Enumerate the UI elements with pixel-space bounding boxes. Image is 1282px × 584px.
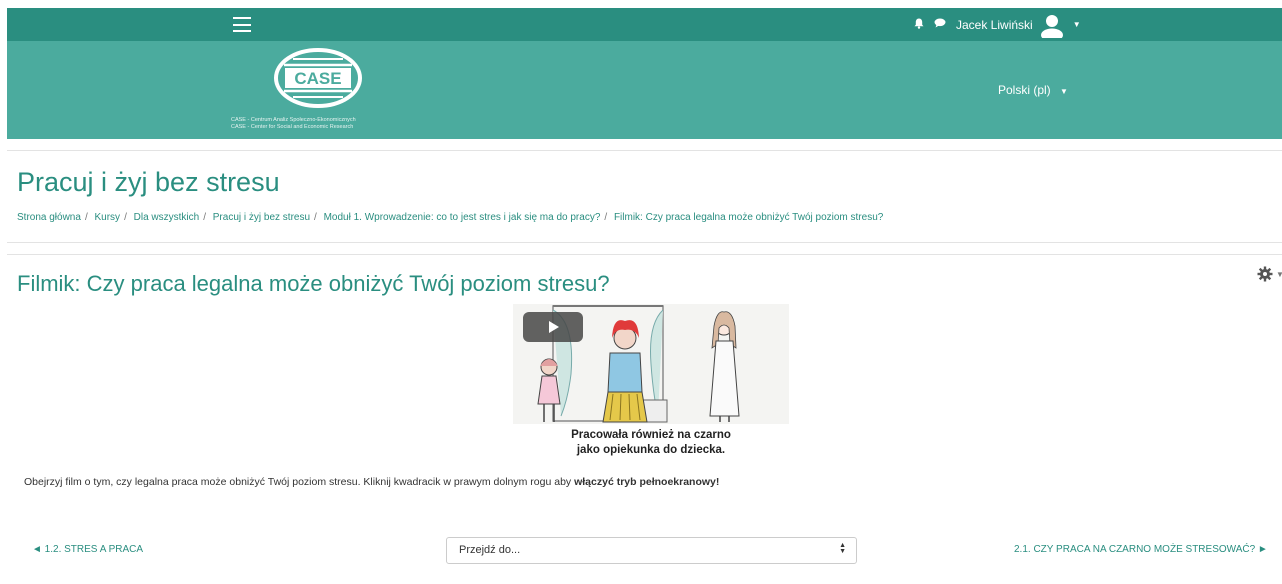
breadcrumb-separator: / (604, 212, 608, 223)
breadcrumb-category[interactable]: Dla wszystkich (134, 212, 200, 223)
gear-icon[interactable] (1257, 266, 1273, 282)
logo-caption-line2: CASE - Center for Social and Economic Re… (231, 124, 354, 130)
activity-title: Filmik: Czy praca legalna może obniżyć T… (17, 271, 610, 296)
language-selector[interactable]: Polski (pl) ▼ (998, 83, 1068, 97)
bell-icon[interactable] (914, 18, 924, 32)
menu-icon[interactable] (233, 17, 251, 32)
video-caption: Pracowała również na czarno jako opiekun… (513, 424, 789, 461)
svg-text:CASE: CASE (294, 69, 341, 88)
play-button[interactable] (523, 312, 583, 342)
user-area: Jacek Liwiński ▼ (914, 8, 1081, 41)
chat-icon[interactable] (934, 18, 946, 31)
jump-to-select[interactable]: Przejdź do... ▲ ▼ (446, 537, 857, 564)
jump-to-value[interactable]: Przejdź do... (459, 544, 520, 556)
user-avatar-icon[interactable] (1038, 11, 1065, 41)
caret-down-icon[interactable]: ▼ (1073, 20, 1081, 29)
case-logo[interactable]: CASE (273, 47, 363, 109)
description-emphasis: włączyć tryb pełnoekranowy! (574, 476, 720, 488)
activity-description: Obejrzyj film o tym, czy legalna praca m… (24, 476, 719, 488)
video-caption-line1: Pracowała również na czarno (571, 429, 731, 441)
breadcrumb-separator: / (203, 212, 206, 223)
divider (7, 150, 1282, 151)
user-name[interactable]: Jacek Liwiński (956, 18, 1033, 32)
caret-down-icon[interactable]: ▼ (1060, 87, 1068, 96)
breadcrumb-current[interactable]: Filmik: Czy praca legalna może obniżyć T… (614, 212, 883, 223)
breadcrumb-course[interactable]: Pracuj i żyj bez stresu (213, 212, 310, 223)
divider (7, 254, 1282, 255)
description-text: Obejrzyj film o tym, czy legalna praca m… (24, 476, 575, 488)
breadcrumb-separator: / (314, 212, 317, 223)
breadcrumb-module[interactable]: Moduł 1. Wprowadzenie: co to jest stres … (324, 212, 601, 223)
brand-header: CASE CASE - Centrum Analiz Społeczno-Eko… (7, 41, 1282, 139)
select-arrows-icon[interactable]: ▲ ▼ (839, 542, 846, 555)
caret-down-icon[interactable]: ▼ (1276, 270, 1282, 279)
next-activity-link[interactable]: 2.1. CZY PRACA NA CZARNO MOŻE STRESOWAĆ?… (1014, 544, 1268, 555)
previous-activity-link[interactable]: ◄ 1.2. STRES A PRACA (32, 544, 143, 555)
breadcrumb-separator: / (124, 212, 127, 223)
logo-caption: CASE - Centrum Analiz Społeczno-Ekonomic… (231, 117, 356, 131)
breadcrumb-separator: / (84, 212, 88, 223)
breadcrumb: Strona główna / Kursy / Dla wszystkich / Pr… (17, 212, 883, 223)
breadcrumb-home[interactable]: Strona główna (17, 212, 81, 223)
page-title: Pracuj i żyj bez stresu (17, 167, 280, 197)
breadcrumb-courses[interactable]: Kursy (95, 212, 121, 223)
divider (7, 242, 1282, 243)
top-navbar: Jacek Liwiński ▼ (7, 8, 1282, 41)
video-player[interactable]: Pracowała również na czarno jako opiekun… (513, 304, 789, 461)
logo-caption-line1: CASE - Centrum Analiz Społeczno-Ekonomic… (231, 117, 356, 123)
language-label[interactable]: Polski (pl) (998, 83, 1051, 97)
video-caption-line2: jako opiekunka do dziecka. (576, 444, 726, 456)
